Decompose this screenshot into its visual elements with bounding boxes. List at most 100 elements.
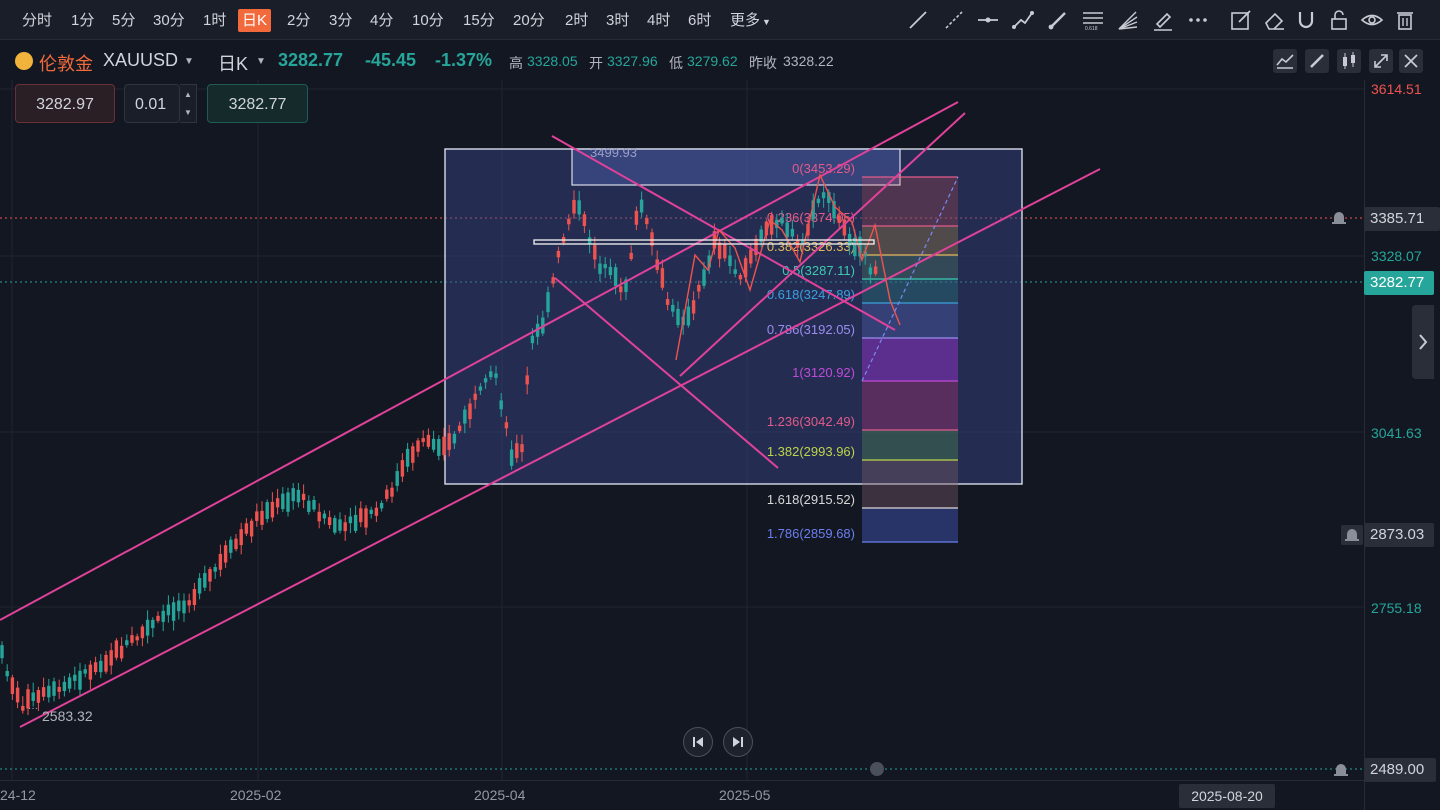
right-panel-toggle[interactable] xyxy=(1412,305,1434,379)
candle-body xyxy=(145,619,150,636)
candle-style-icon[interactable] xyxy=(1337,49,1361,73)
timeframe-30min[interactable]: 30分 xyxy=(149,9,189,32)
jump-to-start-button[interactable] xyxy=(683,727,713,757)
candle-body xyxy=(842,219,847,236)
candle-body xyxy=(431,438,436,450)
time-axis[interactable]: 24-12 2025-02 2025-04 2025-05 2025-08-20 xyxy=(0,780,1364,810)
period-caret-icon[interactable]: ▼ xyxy=(256,56,266,67)
symbol-name[interactable]: 伦敦金 xyxy=(39,50,93,76)
candle-body xyxy=(603,264,607,269)
candle-body xyxy=(577,200,581,215)
high-value: 3328.05 xyxy=(527,53,578,69)
timeframe-4h[interactable]: 4时 xyxy=(643,9,674,32)
symbol-code[interactable]: XAUUSD xyxy=(103,50,178,71)
timeframe-10min[interactable]: 10分 xyxy=(408,9,448,32)
candle-body xyxy=(343,522,347,532)
candle-body xyxy=(546,292,550,313)
candle-body xyxy=(686,306,691,326)
fib-retracement-icon[interactable]: 0.618 xyxy=(1081,8,1105,32)
highlighter-icon[interactable] xyxy=(1151,8,1175,32)
timeframe-3min[interactable]: 3分 xyxy=(325,9,356,32)
lot-size-input[interactable]: 0.01 xyxy=(124,84,180,123)
alert-price-tag-low[interactable]: 2489.00 xyxy=(1364,758,1436,782)
alert-price-tag-high[interactable]: 3385.71 xyxy=(1364,207,1440,231)
timeframe-4min[interactable]: 4分 xyxy=(366,9,397,32)
bell-icon[interactable] xyxy=(1331,760,1351,780)
indicator-icon[interactable] xyxy=(1273,49,1297,73)
expand-icon[interactable] xyxy=(1369,49,1393,73)
bell-icon[interactable] xyxy=(1329,208,1349,228)
stepper-down-icon[interactable]: ▼ xyxy=(180,104,196,122)
period-select[interactable]: 日K xyxy=(218,50,248,76)
lock-icon[interactable] xyxy=(1327,8,1351,32)
candle-body xyxy=(312,499,316,510)
close-icon[interactable] xyxy=(1399,49,1423,73)
candle-body xyxy=(499,400,503,410)
timeframe-1min[interactable]: 1分 xyxy=(67,9,98,32)
scroll-handle[interactable] xyxy=(870,762,884,776)
lot-stepper[interactable]: ▲ ▼ xyxy=(180,84,197,123)
stepper-up-icon[interactable]: ▲ xyxy=(180,85,196,104)
candle-body xyxy=(468,403,472,420)
timeframe-15min[interactable]: 15分 xyxy=(459,9,499,32)
timeframe-2h[interactable]: 2时 xyxy=(561,9,592,32)
candle-body xyxy=(400,460,405,477)
ray-icon[interactable] xyxy=(942,8,966,32)
candle-body xyxy=(478,386,483,391)
candle-body xyxy=(234,538,238,550)
timeframe-fenshi[interactable]: 分时 xyxy=(18,9,56,32)
more-dots-icon[interactable] xyxy=(1186,8,1210,32)
timeframe-2min[interactable]: 2分 xyxy=(283,9,314,32)
candle-body xyxy=(177,600,181,612)
fan-icon[interactable] xyxy=(1116,8,1140,32)
candle-body xyxy=(691,300,696,314)
bell-icon[interactable] xyxy=(1341,525,1363,545)
timeframe-20min[interactable]: 20分 xyxy=(509,9,549,32)
gold-coin-icon xyxy=(15,52,33,70)
candle-body xyxy=(769,215,774,235)
candle-body xyxy=(411,446,415,463)
candle-body xyxy=(733,269,737,274)
horizontal-line-icon[interactable] xyxy=(976,8,1000,32)
buy-price-button[interactable]: 3282.77 xyxy=(207,84,308,123)
more-timeframes-dropdown[interactable]: 更多 ▼ xyxy=(726,9,775,32)
timeframe-6h[interactable]: 6时 xyxy=(684,9,715,32)
candle-body xyxy=(837,215,841,223)
timeframe-3h[interactable]: 3时 xyxy=(602,9,633,32)
edit-icon[interactable] xyxy=(1229,8,1253,32)
timeframe-5min[interactable]: 5分 xyxy=(108,9,139,32)
candle-body xyxy=(494,373,498,378)
candle-body xyxy=(327,517,332,526)
candle-body xyxy=(182,600,186,614)
candle-body xyxy=(385,489,389,499)
jump-to-end-button[interactable] xyxy=(723,727,753,757)
price-chart[interactable]: 3499.93 0(3453.29)0.236(3374.05)0.382(33… xyxy=(0,80,1364,780)
candle-body xyxy=(738,275,743,280)
timeframe-1h[interactable]: 1时 xyxy=(199,9,230,32)
timeframe-daily[interactable]: 日K xyxy=(238,9,272,32)
brush-icon[interactable] xyxy=(1046,8,1070,32)
candle-body xyxy=(873,266,878,275)
trend-line-icon[interactable] xyxy=(906,8,930,32)
price-change: -45.45 xyxy=(365,50,417,70)
symbol-caret-icon[interactable]: ▼ xyxy=(184,56,194,67)
path-icon[interactable] xyxy=(1011,8,1035,32)
candle-body xyxy=(634,210,639,225)
eye-icon[interactable] xyxy=(1360,8,1384,32)
eraser-icon[interactable] xyxy=(1263,8,1287,32)
trash-icon[interactable] xyxy=(1393,8,1417,32)
top-toolbar: 分时 1分 5分 30分 1时 日K 2分 3分 4分 10分 15分 20分 … xyxy=(0,0,1440,40)
alert-price-tag-mid[interactable]: 2873.03 xyxy=(1364,523,1434,547)
pencil-icon[interactable] xyxy=(1305,49,1329,73)
y-label-2: 3041.63 xyxy=(1371,425,1422,441)
candle-body xyxy=(333,518,337,533)
candle-body xyxy=(613,267,618,286)
sell-price-button[interactable]: 3282.97 xyxy=(15,84,115,123)
magnet-icon[interactable] xyxy=(1294,8,1318,32)
candle-body xyxy=(868,267,873,275)
candle-body xyxy=(130,635,134,643)
candle-body xyxy=(598,263,602,274)
candle-body xyxy=(192,589,197,606)
candle-body xyxy=(270,501,275,518)
price-axis[interactable]: 3614.51 3328.07 3041.63 2755.18 xyxy=(1364,80,1440,810)
